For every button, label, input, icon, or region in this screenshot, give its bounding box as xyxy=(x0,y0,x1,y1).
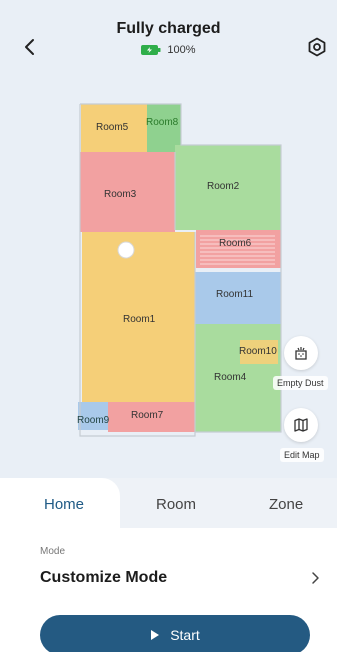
empty-dust-label: Empty Dust xyxy=(273,376,328,390)
tab-room[interactable]: Room xyxy=(156,496,196,513)
room-label-room1: Room1 xyxy=(123,314,156,325)
room8-area[interactable] xyxy=(147,104,181,152)
battery-status: 100% xyxy=(0,44,337,56)
room-label-room5: Room5 xyxy=(96,122,129,133)
control-panel: Home Room Zone Mode Customize Mode Start xyxy=(0,478,337,652)
start-button[interactable]: Start xyxy=(40,615,310,652)
dock-icon xyxy=(117,241,135,259)
mode-caption: Mode xyxy=(40,546,66,557)
edit-map-label: Edit Map xyxy=(280,448,324,462)
map-icon xyxy=(294,418,308,432)
page-title: Fully charged xyxy=(116,20,221,37)
play-icon xyxy=(151,630,160,640)
empty-dust-button[interactable] xyxy=(284,336,318,370)
mode-selector[interactable]: Customize Mode xyxy=(40,566,320,590)
dust-bin-icon xyxy=(295,347,307,360)
battery-percent: 100% xyxy=(167,44,196,56)
map-area[interactable]: Room5 Room8 Room3 Room2 Room6 Room11 Roo… xyxy=(0,80,337,480)
top-bar: Fully charged 100% xyxy=(0,0,337,80)
room-label-room8: Room8 xyxy=(146,117,179,128)
room-label-room7: Room7 xyxy=(131,410,164,421)
hexagon-settings-icon xyxy=(308,37,326,57)
chevron-right-icon xyxy=(312,572,319,584)
tab-zone[interactable]: Zone xyxy=(269,496,303,513)
edit-map-button[interactable] xyxy=(284,408,318,442)
room-label-room9: Room9 xyxy=(77,415,110,426)
tab-home[interactable]: Home xyxy=(44,496,84,513)
room-label-room6: Room6 xyxy=(219,238,252,249)
title-block: Fully charged 100% xyxy=(0,20,337,56)
start-label: Start xyxy=(170,627,200,643)
settings-button[interactable] xyxy=(304,34,330,60)
room-label-room2: Room2 xyxy=(207,181,240,192)
room-label-room4: Room4 xyxy=(214,372,247,383)
mode-value: Customize Mode xyxy=(40,569,168,586)
room-label-room10: Room10 xyxy=(239,346,277,357)
room-label-room11: Room11 xyxy=(216,289,253,300)
tab-bar: Home Room Zone xyxy=(0,478,337,530)
battery-icon xyxy=(141,45,161,55)
room-label-room3: Room3 xyxy=(104,189,137,200)
